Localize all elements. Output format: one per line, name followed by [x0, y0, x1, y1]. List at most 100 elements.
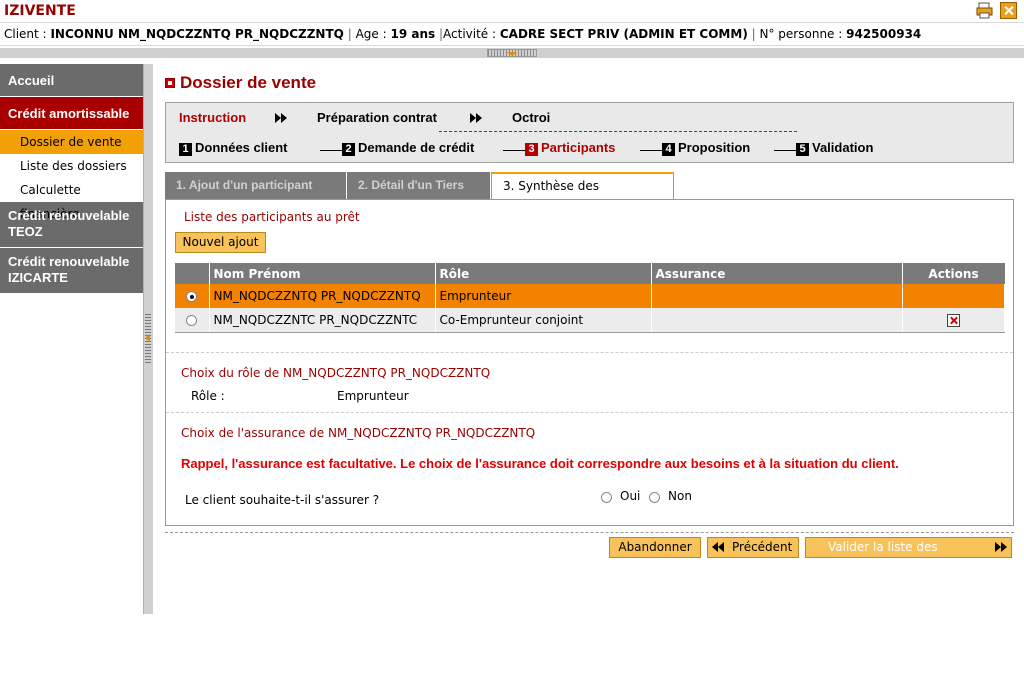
age-value: 19 ans — [390, 27, 436, 41]
header-collapse-bar — [0, 48, 1024, 58]
row-radio[interactable] — [186, 291, 198, 302]
row-radio[interactable] — [186, 314, 198, 326]
sidebar-subitem-dossier-de-vente[interactable]: Dossier de vente — [0, 130, 143, 154]
phase-octroi[interactable]: Octroi — [512, 110, 550, 125]
client-value: INCONNU NM_NQDCZZNTQ PR_NQDCZZNTQ — [50, 27, 344, 41]
footer-divider — [165, 532, 1014, 533]
participants-section-title: Liste des participants au prêt — [184, 210, 360, 224]
client-info-bar: Client : INCONNU NM_NQDCZZNTQ PR_NQDCZZN… — [0, 22, 1024, 46]
personne-value: 942500934 — [846, 27, 922, 41]
role-value: Emprunteur — [337, 389, 409, 403]
tab-ajout-participant[interactable]: 1. Ajout d'un participant — [165, 172, 346, 199]
column-header-assurance: Assurance — [651, 263, 903, 284]
sidebar-item-label: Crédit renouvelable — [8, 208, 130, 223]
close-icon[interactable] — [1000, 2, 1017, 19]
row-select-cell — [175, 308, 210, 333]
new-add-button[interactable]: Nouvel ajout — [175, 232, 266, 253]
cell-role: Co-Emprunteur conjoint — [435, 308, 652, 333]
option-oui-label: Oui — [620, 489, 641, 503]
sidebar-item-accueil[interactable]: Accueil — [0, 64, 143, 97]
sidebar-splitter[interactable] — [143, 64, 153, 614]
cell-actions — [902, 284, 1005, 308]
step-label: Données client — [195, 140, 288, 155]
insurance-choice-title: Choix de l'assurance de NM_NQDCZZNTQ PR_… — [181, 426, 536, 440]
role-choice-title: Choix du rôle de NM_NQDCZZNTQ PR_NQDCZZN… — [181, 366, 491, 380]
cell-actions — [902, 308, 1005, 333]
section-divider — [166, 412, 1013, 413]
activite-value: CADRE SECT PRIV (ADMIN ET COMM) — [499, 27, 748, 41]
step-number: 5 — [796, 143, 809, 156]
section-divider — [166, 352, 1013, 353]
tab-bar: 1. Ajout d'un participant 2. Détail d'un… — [165, 172, 1014, 217]
step-label: Proposition — [678, 140, 751, 155]
step-connector — [640, 150, 662, 151]
column-header-actions: Actions — [902, 263, 1005, 284]
previous-button-label: Précédent — [732, 540, 793, 554]
phase-instruction[interactable]: Instruction — [179, 110, 246, 125]
step-demande-credit[interactable]: 2 Demande de crédit — [320, 140, 474, 156]
sidebar-subitem-calculette[interactable]: Calculette financière — [0, 178, 143, 221]
double-arrow-icon — [470, 113, 482, 123]
sidebar: Accueil Crédit amortissable Dossier de v… — [0, 64, 143, 294]
column-header-role: Rôle — [435, 263, 652, 284]
print-icon[interactable] — [976, 2, 993, 19]
validate-participants-button[interactable]: Valider la liste des participants — [805, 537, 1012, 573]
activite-label: Activité : — [443, 27, 497, 41]
table-row[interactable]: NM_NQDCZZNTQ PR_NQDCZZNTQ Emprunteur — [175, 284, 1005, 308]
personne-label: N° personne : — [759, 27, 843, 41]
phase-preparation-contrat[interactable]: Préparation contrat — [317, 110, 437, 125]
abandon-button[interactable]: Abandonner — [609, 537, 701, 558]
tab-detail-tiers[interactable]: 2. Détail d'un Tiers — [347, 172, 490, 199]
option-non-label: Non — [668, 489, 692, 503]
splitter-handle[interactable] — [145, 314, 151, 364]
cell-assurance — [651, 284, 903, 308]
step-validation[interactable]: 5 Validation — [774, 140, 873, 156]
cell-nom: NM_NQDCZZNTQ PR_NQDCZZNTQ — [209, 284, 436, 308]
page-title: Dossier de vente — [180, 73, 317, 92]
insurance-reminder: Rappel, l'assurance est facultative. Le … — [181, 456, 899, 471]
step-label: Participants — [541, 140, 616, 155]
age-label: Age : — [355, 27, 387, 41]
table-header-row: Nom Prénom Rôle Assurance Actions — [175, 263, 1005, 284]
validate-button-label: Valider la liste des participants — [828, 540, 938, 573]
sidebar-item-credit-amortissable[interactable]: Crédit amortissable — [0, 97, 143, 130]
step-participants[interactable]: 3 Participants — [503, 140, 615, 156]
step-connector — [774, 150, 796, 151]
collapse-handle[interactable] — [487, 49, 537, 57]
cell-role: Emprunteur — [435, 284, 652, 308]
app-header: IZIVENTE — [0, 0, 1024, 22]
table-row[interactable]: NM_NQDCZZNTC PR_NQDCZZNTC Co-Emprunteur … — [175, 308, 1005, 333]
radio-non[interactable] — [649, 492, 660, 503]
client-label: Client : — [4, 27, 47, 41]
sidebar-item-label: Crédit renouvelable — [8, 254, 130, 269]
column-header-nom: Nom Prénom — [209, 263, 436, 284]
double-arrow-left-icon — [712, 542, 726, 553]
tab-synthese-participants[interactable]: 3. Synthèse des participants — [491, 172, 674, 217]
step-connector — [503, 150, 525, 151]
cell-assurance — [651, 308, 903, 333]
phase-divider — [439, 131, 797, 132]
step-donnees-client[interactable]: 1 Données client — [179, 140, 287, 156]
app-title: IZIVENTE — [4, 3, 76, 19]
step-connector — [320, 150, 342, 151]
step-number: 2 — [342, 143, 355, 156]
double-arrow-icon — [275, 113, 287, 123]
row-select-cell — [175, 284, 210, 308]
step-label: Demande de crédit — [358, 140, 475, 155]
sidebar-subitem-liste-dossiers[interactable]: Liste des dossiers — [0, 154, 143, 178]
step-label: Validation — [812, 140, 874, 155]
tab-panel: Liste des participants au prêt Nouvel aj… — [165, 199, 1014, 526]
sidebar-item-credit-izicarte[interactable]: Crédit renouvelable IZICARTE — [0, 248, 143, 294]
step-number: 1 — [179, 143, 192, 156]
workflow-steps: Instruction Préparation contrat Octroi 1… — [165, 102, 1014, 163]
sidebar-item-label: TEOZ — [8, 224, 43, 239]
sidebar-item-label: IZICARTE — [8, 270, 68, 285]
participants-table: Nom Prénom Rôle Assurance Actions NM_NQD… — [175, 263, 1005, 333]
insurance-question: Le client souhaite-t-il s'assurer ? — [185, 493, 380, 507]
delete-icon[interactable] — [946, 313, 960, 327]
radio-oui[interactable] — [601, 492, 612, 503]
select-column-header — [175, 263, 210, 284]
cell-nom: NM_NQDCZZNTC PR_NQDCZZNTC — [209, 308, 436, 333]
previous-button[interactable]: Précédent — [707, 537, 799, 558]
step-proposition[interactable]: 4 Proposition — [640, 140, 750, 156]
